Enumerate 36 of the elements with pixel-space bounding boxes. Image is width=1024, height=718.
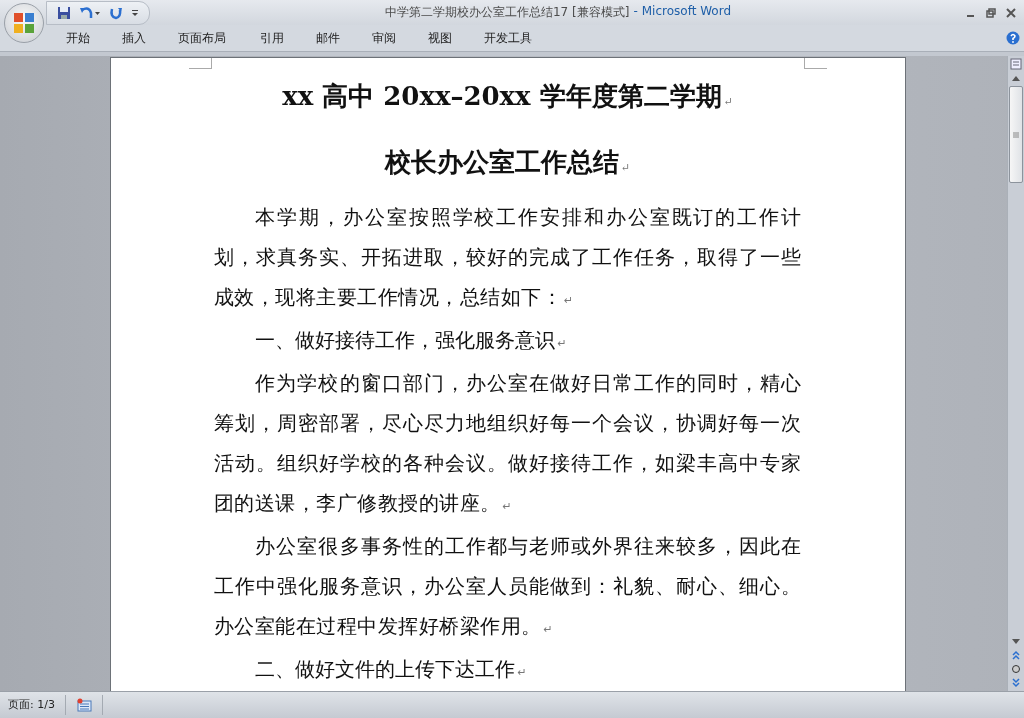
ribbon-tab[interactable]: 邮件 (302, 25, 354, 51)
help-icon[interactable] (1006, 31, 1020, 45)
ribbon-tab[interactable]: 页面布局 (164, 25, 240, 51)
ruler-toggle-icon[interactable] (1010, 58, 1022, 70)
ribbon-tab[interactable]: 视图 (414, 25, 466, 51)
scrollbar-thumb[interactable] (1009, 86, 1023, 183)
section-heading: 一、做好接待工作，强化服务意识↵ (254, 328, 568, 354)
ribbon-tab[interactable]: 开始 (52, 25, 104, 51)
ribbon-tab[interactable]: 引用 (246, 25, 298, 51)
save-icon[interactable] (57, 5, 71, 20)
margin-corner-mark (803, 58, 827, 69)
macro-record-icon[interactable] (75, 698, 92, 712)
redo-icon[interactable] (109, 5, 123, 20)
scroll-down-icon[interactable] (1011, 638, 1021, 646)
scroll-up-icon[interactable] (1011, 74, 1021, 82)
previous-page-icon[interactable] (1011, 650, 1021, 660)
undo-icon[interactable] (79, 5, 101, 20)
ribbon-tab[interactable]: 开发工具 (470, 25, 546, 51)
close-icon[interactable] (1006, 7, 1016, 18)
ribbon-tab[interactable]: 审阅 (358, 25, 410, 51)
document-title: xx 高中 20xx–20xx 学年度第二学期↵ (281, 80, 734, 113)
section-heading: 二、做好文件的上传下达工作↵ (254, 657, 528, 683)
window-title: 中学第二学期校办公室工作总结17 [兼容模式] - Microsoft Word (383, 4, 733, 21)
page-count[interactable]: 页面: 1/3 (0, 695, 66, 715)
next-page-icon[interactable] (1011, 678, 1021, 688)
ribbon-tab[interactable]: 插入 (108, 25, 160, 51)
body-paragraph: 本学期，办公室按照学校工作安排和办公室既订的工作计划，求真务实、开拓进取，较好的完成了工作任务，取得了一些成效，现将主要工作情况，总结如下：↵ (213, 205, 802, 311)
document-title: 校长办公室工作总结↵ (383, 146, 632, 179)
body-paragraph: 办公室很多事务性的工作都与老师或外界往来较多，因此在工作中强化服务意识，办公室人员能做到：礼貌、耐心、细心。办公室能在过程中发挥好桥梁作用。↵ (213, 534, 802, 640)
browse-object-icon[interactable] (1011, 664, 1021, 674)
customize-toolbar-icon[interactable] (131, 8, 139, 17)
office-button[interactable] (4, 3, 44, 43)
body-paragraph: 作为学校的窗口部门，办公室在做好日常工作的同时，精心筹划，周密部署，尽心尽力地组织好每一个会议，协调好每一次活动。组织好学校的各种会议。做好接待工作，如梁丰高中专家团的送课，李广修教授的讲座。↵ (213, 371, 802, 517)
office-logo-icon (12, 11, 36, 35)
margin-corner-mark (188, 58, 212, 69)
restore-icon[interactable] (986, 7, 996, 18)
